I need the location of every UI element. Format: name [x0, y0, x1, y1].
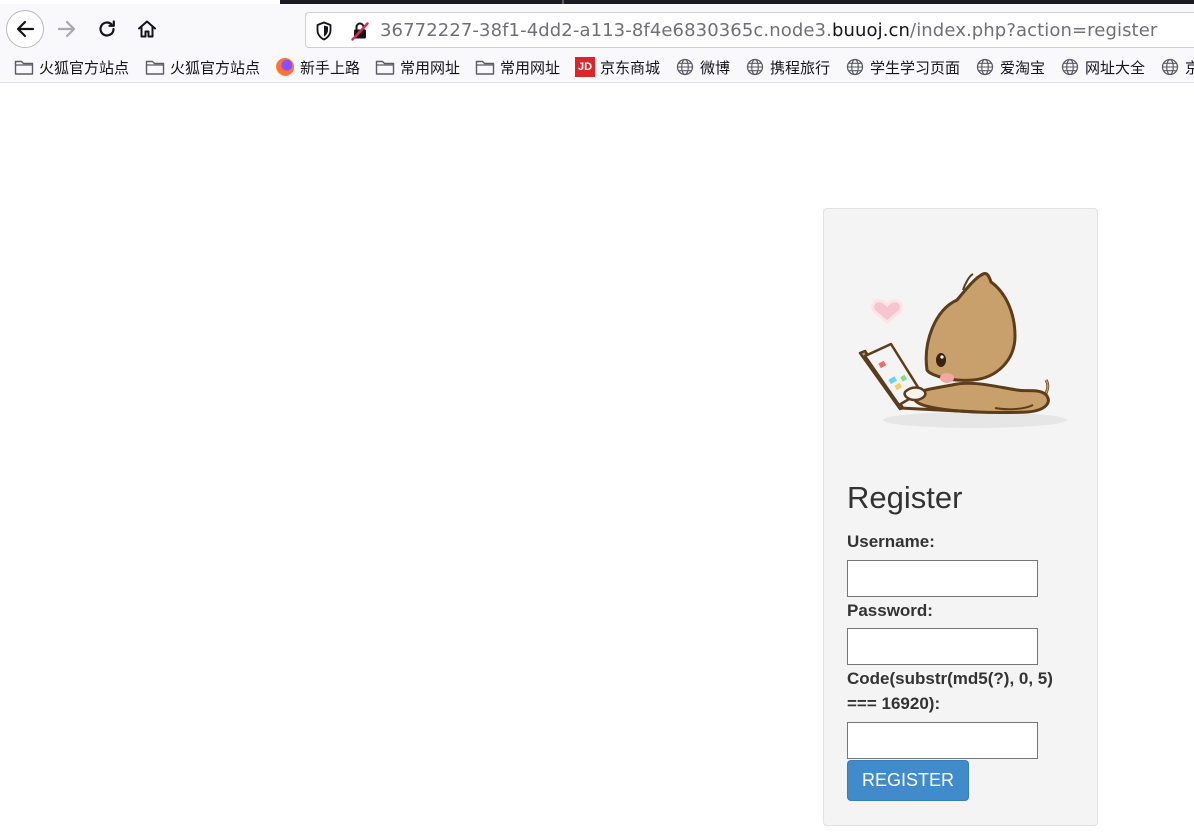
bookmark-item[interactable]: 携程旅行 [745, 56, 830, 78]
username-label: Username: [847, 532, 935, 551]
globe-icon [975, 58, 995, 76]
bookmark-label: 火狐官方站点 [170, 59, 261, 77]
bookmark-item[interactable]: 新手上路 [275, 56, 360, 78]
bookmark-item[interactable]: JD 京东商城 [575, 56, 660, 78]
bookmarks-toolbar: 火狐官方站点 火狐官方站点 新手上路 常用网址 常用网址 JD 京东商城 微博 … [0, 52, 1194, 83]
url-domain: buuoj.cn [831, 20, 911, 41]
bookmark-item[interactable]: 学生学习页面 [845, 56, 960, 78]
password-input[interactable] [847, 628, 1038, 665]
username-input[interactable] [847, 560, 1038, 597]
back-arrow-icon [16, 20, 35, 38]
bookmark-label: 网址大全 [1085, 59, 1146, 77]
password-label: Password: [847, 601, 933, 620]
bookmark-label: 火狐官方站点 [39, 59, 130, 77]
bookmark-item[interactable]: 爱淘宝 [975, 56, 1045, 78]
folder-icon [475, 58, 495, 76]
globe-icon [675, 58, 695, 76]
forward-arrow-icon [57, 20, 76, 38]
insecure-connection-icon[interactable] [350, 21, 370, 46]
register-button[interactable]: REGISTER [847, 760, 969, 801]
tracking-shield-icon[interactable] [315, 21, 333, 46]
bookmark-label: 京东商城 [600, 59, 661, 77]
globe-icon [745, 58, 765, 76]
folder-icon [145, 58, 165, 76]
bookmark-label: 常用网址 [400, 59, 461, 77]
bookmark-label: 新手上路 [300, 59, 361, 77]
bookmark-item[interactable]: 网址大全 [1060, 56, 1145, 78]
bookmark-item[interactable]: 京 [1160, 56, 1194, 78]
url-text[interactable]: 36772227-38f1-4dd2-a113-8f4e6830365c.nod… [380, 20, 1157, 41]
globe-icon [1060, 58, 1080, 76]
code-input[interactable] [847, 722, 1038, 759]
folder-icon [375, 58, 395, 76]
bookmark-label: 学生学习页面 [870, 59, 961, 77]
globe-icon [845, 58, 865, 76]
home-button[interactable] [130, 12, 164, 46]
jd-icon: JD [575, 57, 595, 77]
folder-icon [14, 58, 34, 76]
globe-icon [1160, 58, 1180, 76]
navigation-toolbar: 36772227-38f1-4dd2-a113-8f4e6830365c.nod… [0, 4, 1194, 52]
bookmark-item[interactable]: 常用网址 [475, 56, 560, 78]
bookmark-item[interactable]: 火狐官方站点 [14, 56, 129, 78]
cat-with-laptop-illustration [858, 272, 1067, 428]
page-title: Register [847, 480, 963, 515]
bookmark-item[interactable]: 常用网址 [375, 56, 460, 78]
firefox-icon [275, 58, 295, 76]
bookmark-item[interactable]: 微博 [675, 56, 730, 78]
reload-button[interactable] [90, 12, 124, 46]
bookmark-label: 微博 [700, 59, 731, 77]
bookmark-item[interactable]: 火狐官方站点 [145, 56, 260, 78]
code-label: Code(substr(md5(?), 0, 5) === 16920): [847, 669, 1053, 713]
bookmark-label: 携程旅行 [770, 59, 831, 77]
back-button[interactable] [6, 10, 44, 48]
bookmark-label: 爱淘宝 [1000, 59, 1046, 77]
url-path: /index.php?action=register [910, 20, 1158, 41]
bookmark-label: 常用网址 [500, 59, 561, 77]
forward-button[interactable] [50, 12, 84, 46]
address-bar[interactable]: 36772227-38f1-4dd2-a113-8f4e6830365c.nod… [305, 12, 1194, 48]
home-icon [138, 20, 156, 38]
bookmark-label: 京 [1185, 57, 1194, 78]
url-prefix: 36772227-38f1-4dd2-a113-8f4e6830365c.nod… [380, 20, 832, 41]
reload-icon [99, 20, 115, 37]
